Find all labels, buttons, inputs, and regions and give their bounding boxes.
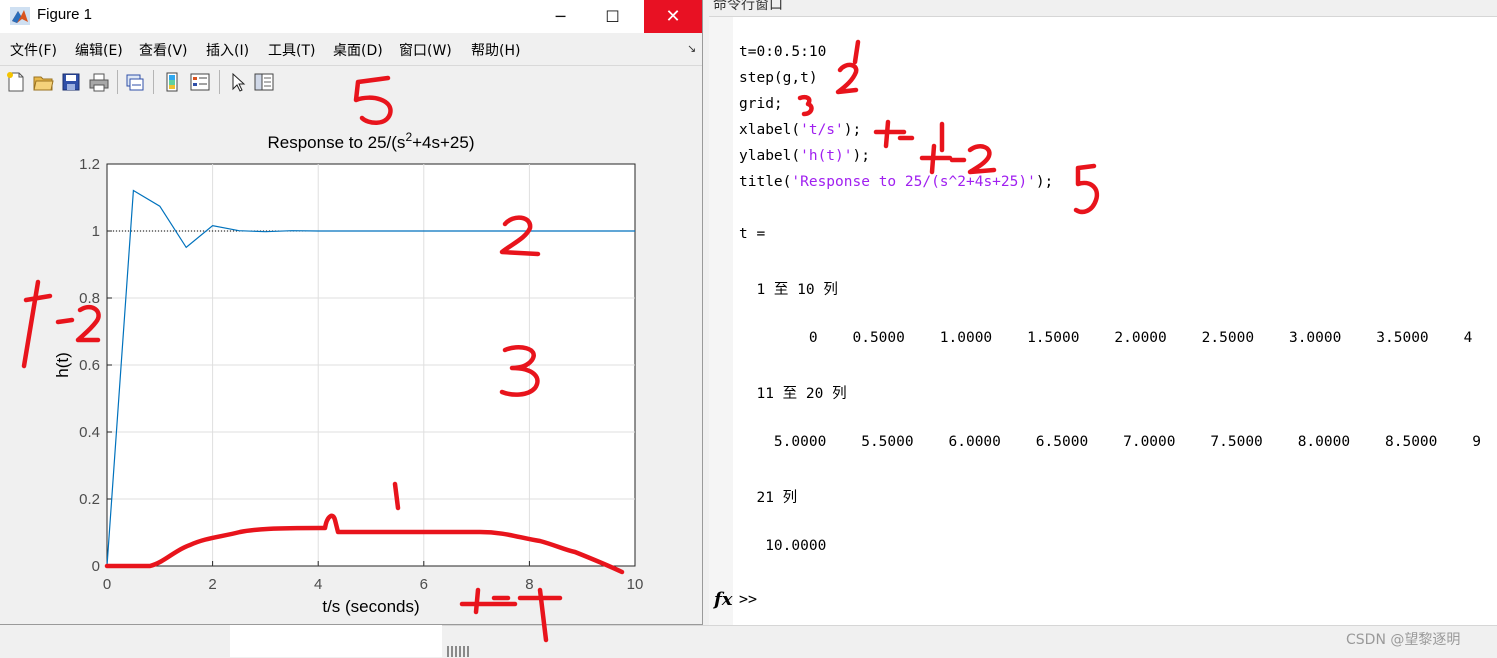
- code-line: t=0:0.5:10: [739, 44, 827, 60]
- watermark: CSDN @望黎逐明: [1346, 632, 1461, 648]
- menu-tools[interactable]: 工具(T): [268, 40, 315, 60]
- output-line: 11 至 20 列: [739, 386, 847, 402]
- dock-arrow-icon[interactable]: ↘: [687, 42, 696, 55]
- status-strip: [442, 625, 1497, 658]
- legend-icon[interactable]: [189, 71, 211, 93]
- output-line: 5.0000 5.5000 6.0000 6.5000 7.0000 7.500…: [739, 434, 1482, 450]
- command-window[interactable]: 命令行窗口 t=0:0.5:10 step(g,t) grid; xlabel(…: [709, 0, 1497, 625]
- figure-toolbar: [0, 65, 702, 99]
- code-line: step(g,t): [739, 70, 818, 86]
- pointer-icon[interactable]: [226, 71, 248, 93]
- toolbar-separator: [153, 70, 154, 94]
- code-line: title('Response to 25/(s^2+4s+25)');: [739, 174, 1054, 190]
- colorbar-icon[interactable]: [161, 71, 183, 93]
- code-line: grid;: [739, 96, 783, 112]
- resize-grip[interactable]: [447, 646, 469, 657]
- y-axis-label: h(t): [53, 352, 72, 378]
- y-tick-label: 1: [92, 223, 100, 240]
- menu-desktop[interactable]: 桌面(D): [333, 40, 383, 60]
- x-tick-label: 8: [525, 576, 533, 593]
- x-tick-label: 4: [314, 576, 322, 593]
- output-line: 1 至 10 列: [739, 282, 838, 298]
- x-tick-label: 6: [420, 576, 428, 593]
- command-window-header: 命令行窗口: [709, 0, 1497, 17]
- y-tick-label: 0.8: [79, 290, 100, 307]
- code-line: ylabel('h(t)');: [739, 148, 870, 164]
- y-tick-label: 0.4: [79, 424, 100, 441]
- menu-file[interactable]: 文件(F): [10, 40, 57, 60]
- figure-menubar: 文件(F) 编辑(E) 查看(V) 插入(I) 工具(T) 桌面(D) 窗口(W…: [0, 34, 702, 64]
- save-icon[interactable]: [60, 71, 82, 93]
- chart-title: Response to 25/(s2+4s+25): [267, 130, 474, 152]
- output-line: 0 0.5000 1.0000 1.5000 2.0000 2.5000 3.0…: [739, 330, 1473, 346]
- command-window-gutter: [709, 17, 733, 625]
- function-browser-icon[interactable]: fx: [714, 589, 732, 610]
- x-axis-label: t/s (seconds): [322, 597, 419, 616]
- toolbar-separator: [219, 70, 220, 94]
- figure-title: Figure 1: [37, 6, 93, 23]
- output-line: 10.0000: [739, 538, 827, 554]
- y-tick-label: 1.2: [79, 156, 100, 173]
- y-tick-label: 0.2: [79, 491, 100, 508]
- menu-window[interactable]: 窗口(W): [399, 40, 452, 60]
- property-editor-icon[interactable]: [253, 71, 275, 93]
- x-tick-label: 10: [627, 576, 644, 593]
- desktop-background-white: [230, 625, 442, 657]
- code-line: xlabel('t/s');: [739, 122, 862, 138]
- y-tick-label: 0.6: [79, 357, 100, 374]
- plot-area: 0 2 4 6 8 10 0 0.2 0.4 0.6 0.8 1 1.2 Response to 25/…: [0, 98, 702, 624]
- x-tick-label: 0: [103, 576, 111, 593]
- x-tick-label: 2: [208, 576, 216, 593]
- minimize-button[interactable]: ─: [538, 0, 583, 33]
- matlab-logo-icon: [10, 7, 30, 25]
- open-file-icon[interactable]: [32, 71, 54, 93]
- link-plot-icon[interactable]: [124, 71, 146, 93]
- desktop-background: [0, 625, 230, 657]
- maximize-button[interactable]: ☐: [590, 0, 635, 33]
- output-line: 21 列: [739, 490, 798, 506]
- menu-help[interactable]: 帮助(H): [471, 40, 520, 60]
- menu-insert[interactable]: 插入(I): [206, 40, 249, 60]
- close-button[interactable]: ✕: [644, 0, 702, 33]
- menu-edit[interactable]: 编辑(E): [75, 40, 123, 60]
- output-line: t =: [739, 226, 766, 242]
- command-prompt[interactable]: >>: [739, 590, 757, 608]
- figure-titlebar[interactable]: Figure 1 ─ ☐ ✕: [0, 0, 702, 33]
- toolbar-separator: [117, 70, 118, 94]
- menu-view[interactable]: 查看(V): [139, 40, 188, 60]
- figure-window: Figure 1 ─ ☐ ✕ 文件(F) 编辑(E) 查看(V) 插入(I) 工…: [0, 0, 703, 625]
- new-figure-icon[interactable]: [5, 71, 27, 93]
- y-tick-label: 0: [92, 558, 100, 575]
- print-icon[interactable]: [88, 71, 110, 93]
- command-window-title: 命令行窗口: [713, 0, 783, 13]
- step-response-chart[interactable]: 0 2 4 6 8 10 0 0.2 0.4 0.6 0.8 1 1.2 Response to 25/…: [0, 98, 702, 624]
